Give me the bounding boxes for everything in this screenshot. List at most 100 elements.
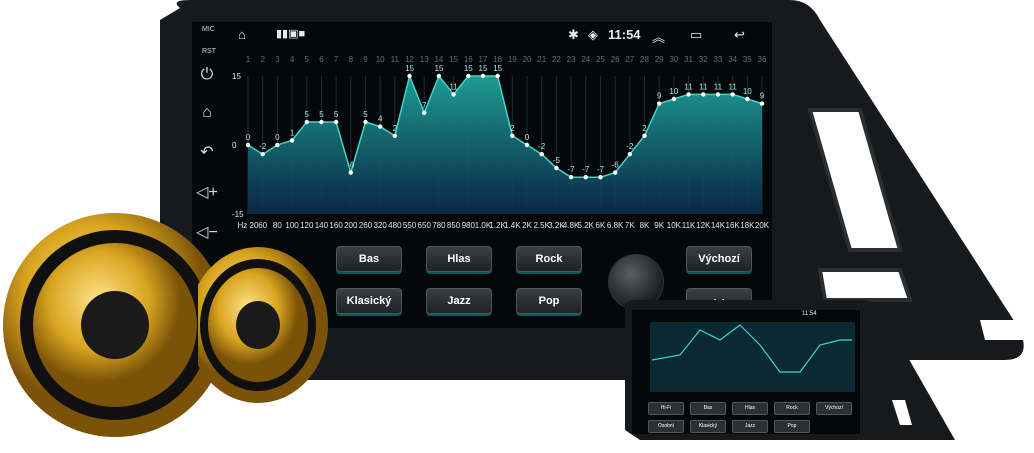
eq-value-label: 11 — [684, 82, 693, 91]
eq-value-label: 7 — [422, 101, 427, 110]
preset-rock-button[interactable]: Rock — [516, 246, 582, 272]
eq-point — [436, 73, 442, 79]
eq-point — [333, 119, 339, 125]
chevron-up-double-icon[interactable]: ︽ — [652, 27, 665, 46]
eq-freq-label: 5.2K — [578, 221, 595, 230]
eq-freq-label: 14K — [711, 221, 726, 230]
eq-freq-label: 9K — [654, 221, 664, 230]
home-icon[interactable]: ⌂ — [196, 102, 218, 124]
eq-band-number: 16 — [464, 55, 473, 64]
eq-freq-label: 60 — [258, 221, 267, 230]
eq-value-label: 10 — [743, 87, 752, 96]
eq-band-number: 14 — [434, 55, 443, 64]
eq-band-number: 33 — [713, 55, 722, 64]
eq-value-label: 15 — [405, 64, 414, 73]
eq-freq-label: 80 — [273, 221, 282, 230]
mic-label: MIC — [202, 26, 215, 33]
eq-band-number: 1 — [246, 55, 251, 64]
eq-band-number: 7 — [334, 55, 339, 64]
eq-point — [304, 119, 309, 125]
eq-point — [554, 165, 559, 171]
back-nav-icon[interactable]: ↩ — [734, 27, 745, 43]
eq-point — [275, 142, 280, 148]
eq-freq-label: 650 — [418, 221, 432, 230]
eq-freq-label: 6.8K — [607, 221, 624, 230]
thumb-preset-button: Rock — [774, 402, 810, 415]
eq-band-number: 28 — [640, 55, 649, 64]
eq-value-label: 0 — [525, 133, 530, 142]
eq-area — [248, 76, 762, 214]
eq-value-label: -7 — [582, 165, 590, 174]
eq-band-number: 10 — [376, 55, 385, 64]
speaker-small-image — [198, 247, 328, 403]
eq-freq-label: 8K — [640, 221, 650, 230]
eq-value-label: 9 — [760, 92, 765, 101]
thumb-preset-button: Klasický — [690, 420, 726, 433]
speaker-large-image — [3, 213, 227, 437]
eq-value-label: -2 — [259, 142, 267, 151]
eq-freq-label: 780 — [432, 221, 446, 230]
eq-freq-label: 1.4K — [504, 221, 521, 230]
recent-apps-icon[interactable]: ▭ — [690, 27, 702, 43]
eq-point — [377, 124, 383, 129]
eq-freq-label: 260 — [359, 221, 373, 230]
eq-band-number: 30 — [669, 55, 678, 64]
eq-freq-label: 140 — [315, 221, 329, 230]
preset-default-button[interactable]: Výchozí — [686, 246, 752, 272]
eq-point — [319, 119, 324, 125]
eq-band-number: 8 — [349, 55, 354, 64]
eq-value-label: 11 — [699, 82, 708, 91]
eq-point — [245, 142, 251, 148]
preset-bas-button[interactable]: Bas — [336, 246, 402, 272]
eq-freq-label: 160 — [329, 221, 343, 230]
eq-freq-label: 11K — [682, 221, 696, 230]
eq-freq-label: 7K — [625, 221, 635, 230]
volume-up-icon[interactable]: ◁+ — [196, 182, 218, 204]
eq-point — [510, 133, 515, 138]
thumb-preset-button: Pop — [774, 420, 810, 433]
eq-freq-label: 980 — [462, 221, 476, 230]
eq-band-number: 6 — [319, 55, 324, 64]
eq-value-label: 5 — [363, 110, 368, 119]
eq-point — [583, 175, 588, 180]
eq-freq-label: 20K — [755, 221, 770, 230]
eq-value-label: 0 — [246, 133, 251, 142]
eq-band-number: 9 — [363, 55, 368, 64]
eq-value-label: 5 — [305, 110, 310, 119]
eq-freq-label: 6K — [596, 221, 606, 230]
eq-point — [642, 133, 647, 138]
eq-point — [422, 110, 427, 115]
eq-band-number: 11 — [391, 55, 400, 64]
eq-point — [363, 119, 368, 125]
eq-y-axis-label: -15 — [232, 210, 244, 219]
thumb-preset-button: Hlas — [732, 402, 768, 415]
eq-value-label: 11 — [714, 82, 723, 91]
preset-hlas-button[interactable]: Hlas — [426, 246, 492, 272]
wifi-icon: ◈ — [588, 27, 598, 42]
power-icon[interactable]: ⏻ — [196, 64, 218, 86]
eq-point — [759, 101, 765, 106]
eq-freq-label: 480 — [388, 221, 402, 230]
back-icon[interactable]: ↶ — [196, 142, 218, 164]
equalizer-graph[interactable]: 0-2015 5 5-6542157151115 15 1520-2-5-7 -7 -7-6… — [230, 50, 772, 235]
eq-freq-label: 100 — [285, 221, 299, 230]
preset-pop-button[interactable]: Pop — [516, 288, 582, 314]
eq-value-label: 2 — [393, 124, 398, 133]
eq-point — [686, 92, 691, 97]
eq-band-number: 2 — [260, 55, 265, 64]
eq-point — [598, 175, 603, 180]
eq-value-label: -7 — [568, 165, 576, 174]
home-outline-icon[interactable]: ⌂ — [238, 27, 246, 42]
eq-value-label: 0 — [275, 133, 280, 142]
preset-classic-button[interactable]: Klasický — [336, 288, 402, 314]
eq-point — [612, 170, 618, 175]
preset-jazz-button[interactable]: Jazz — [426, 288, 492, 314]
eq-band-number: 19 — [508, 55, 517, 64]
eq-y-axis-label: 15 — [232, 72, 241, 81]
eq-freq-label: 200 — [344, 221, 358, 230]
eq-point — [480, 73, 486, 79]
eq-point — [348, 170, 353, 175]
eq-value-label: 10 — [669, 87, 678, 96]
eq-y-axis-label: 0 — [232, 141, 237, 150]
eq-point — [451, 92, 456, 97]
